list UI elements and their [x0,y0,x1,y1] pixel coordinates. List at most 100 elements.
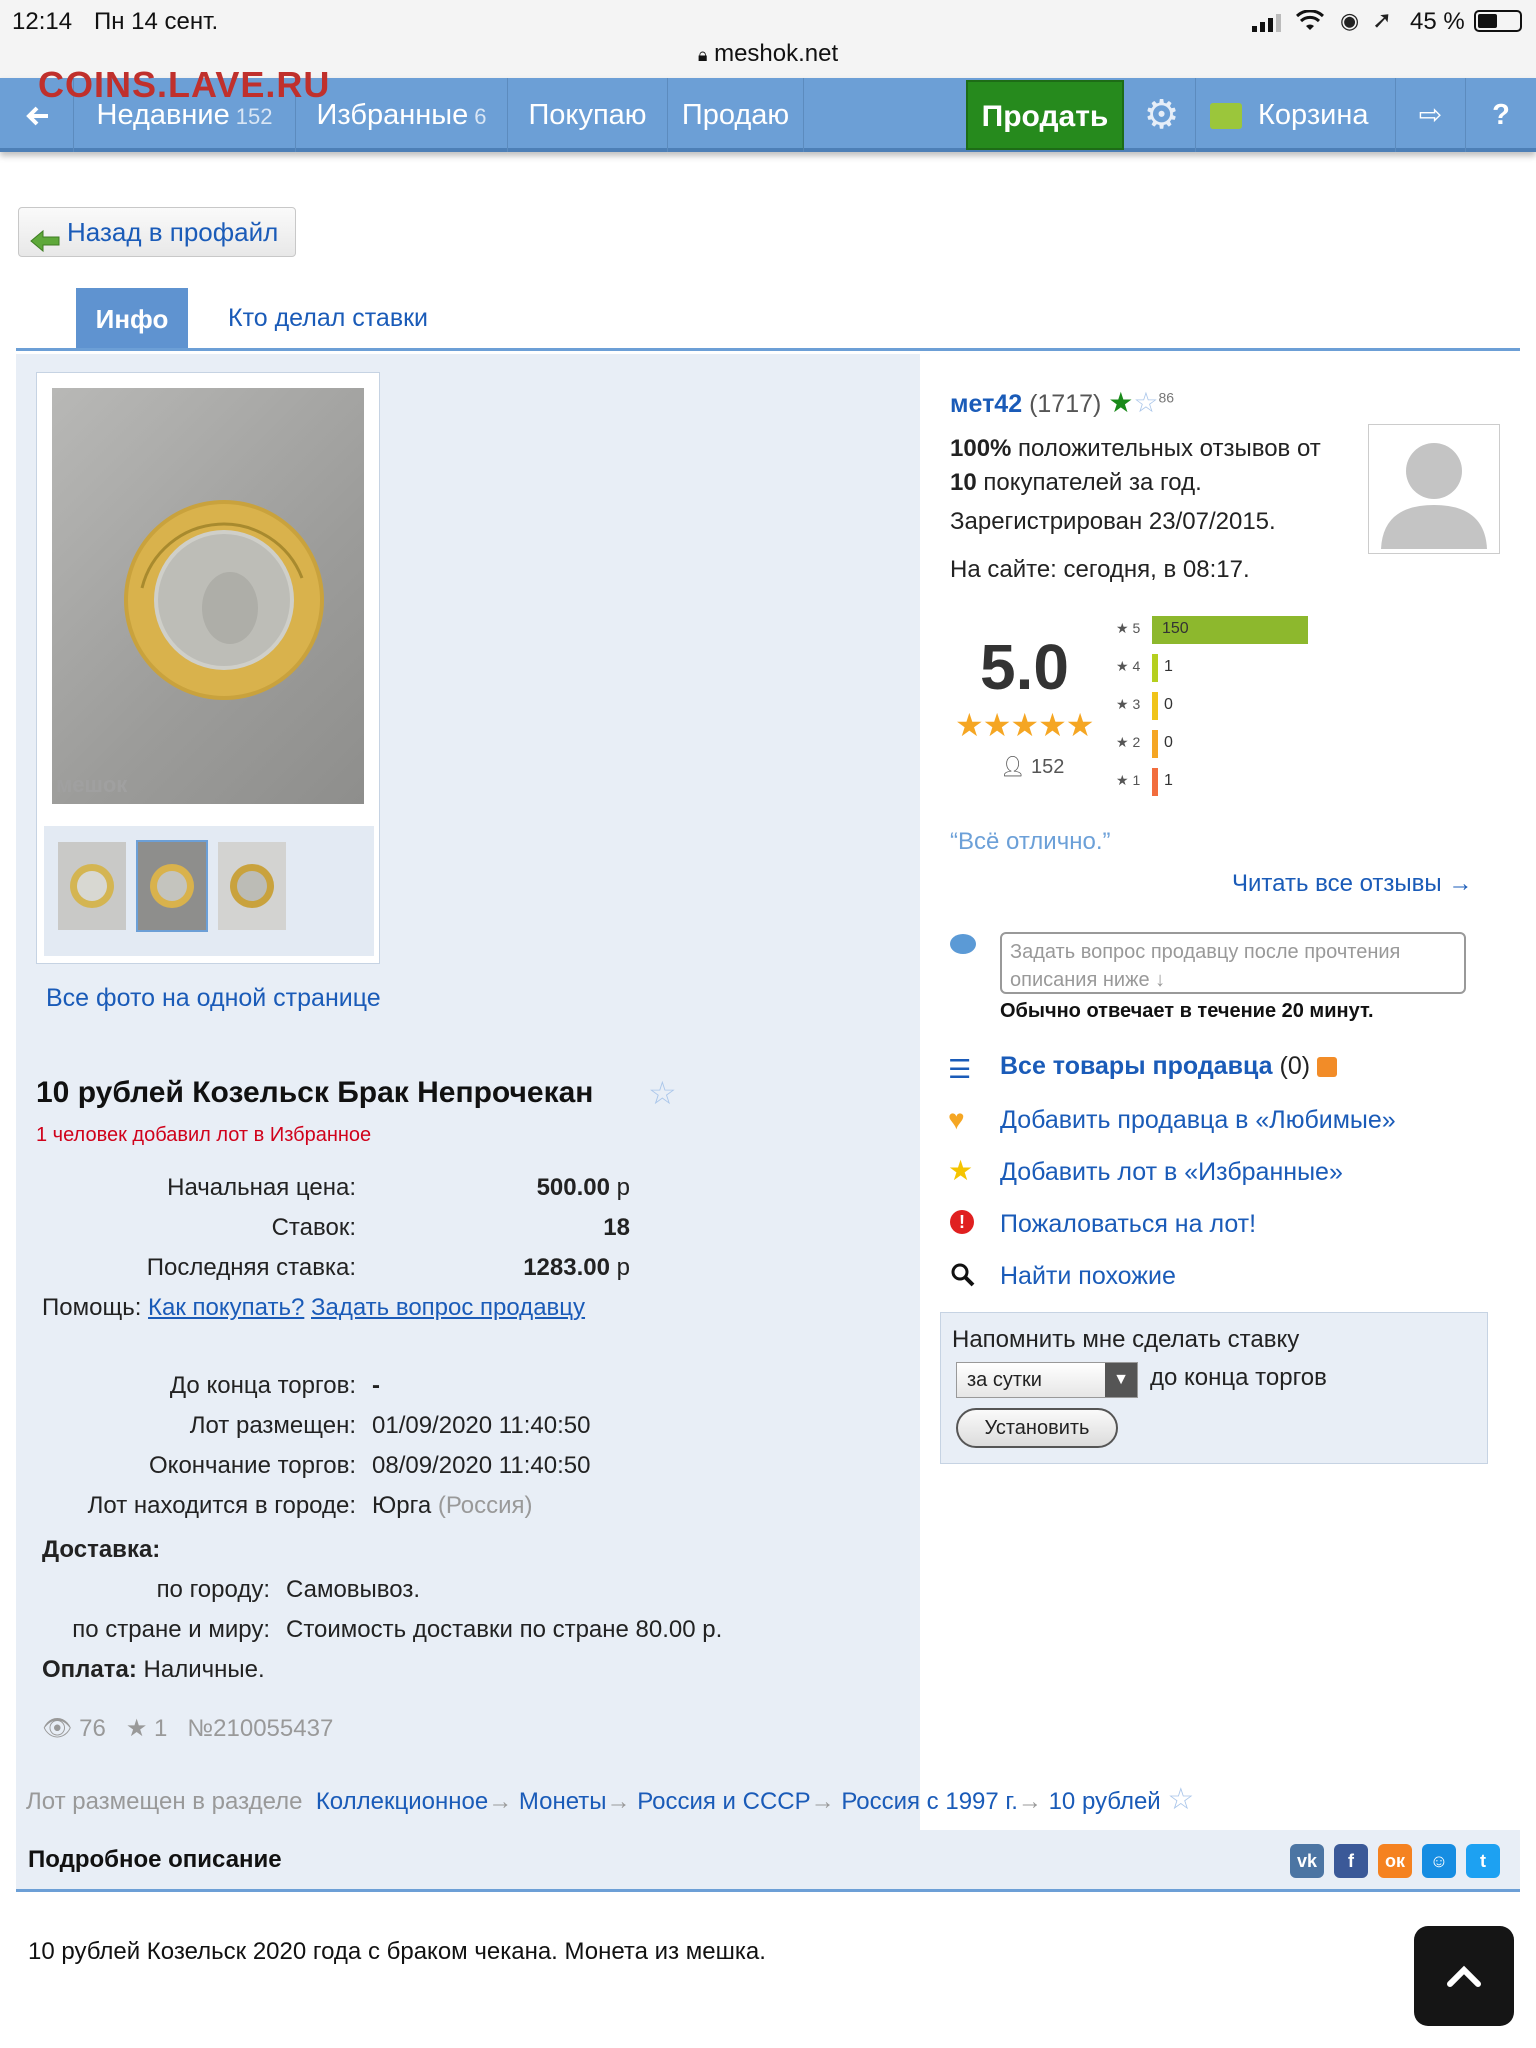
payment-label: Оплата: [42,1656,137,1683]
green-star-icon: ★ [1108,387,1134,418]
breadcrumb-item[interactable]: Коллекционное [316,1788,488,1815]
set-reminder-button[interactable]: Установить [956,1408,1118,1448]
read-all-reviews-link[interactable]: Читать все отзывы → [1232,870,1472,898]
last-bid-value: 1283.00 р [380,1254,630,1282]
star-outline-icon[interactable]: ☆ [648,1074,677,1112]
settings-button[interactable]: ⚙ [1128,78,1196,152]
search-icon [950,1262,976,1293]
how-to-buy-link[interactable]: Как покупать? [148,1294,304,1321]
rating-bar-count: 1 [1164,658,1173,675]
rating-bar-count: 150 [1162,620,1189,637]
thumbnail-1[interactable] [58,842,126,930]
wifi-icon [1295,9,1325,37]
favs-count: 1 [154,1715,168,1742]
facebook-share-icon[interactable]: f [1334,1844,1368,1878]
add-favorite-seller-link[interactable]: Добавить продавца в «Любимые» [1000,1106,1396,1135]
logout-icon: ⇨ [1418,99,1443,130]
chevron-down-icon: ▼ [1105,1363,1137,1397]
site-watermark: COINS.LAVE.RU [38,64,331,105]
breadcrumb-item[interactable]: Россия с 1997 г. [841,1788,1018,1815]
delivery-label: Доставка: [42,1536,161,1563]
vk-share-icon[interactable]: vk [1290,1844,1324,1878]
nav-favorites-label: Избранные [316,99,469,131]
tab-bids[interactable]: Кто делал ставки [228,304,428,333]
lock-rotation-icon: ◉ [1340,8,1360,33]
nav-selling[interactable]: Продаю [668,78,804,152]
thumbnail-strip [44,826,374,956]
rating-bar-count: 0 [1164,734,1173,751]
end-left-value: - [372,1372,380,1399]
rating-bar[interactable] [1152,692,1158,720]
seller-name-link[interactable]: мет42 [950,390,1022,418]
mailru-share-icon[interactable]: ☺ [1422,1844,1456,1878]
thumbnail-3[interactable] [218,842,286,930]
start-price-currency: р [616,1174,630,1201]
scroll-to-top-button[interactable] [1414,1926,1514,2026]
twitter-share-icon[interactable]: t [1466,1844,1500,1878]
help-button[interactable]: ? [1466,78,1536,152]
rating-bar[interactable] [1152,654,1158,682]
rating-bar-count: 1 [1164,772,1173,789]
ok-share-icon[interactable]: ок [1378,1844,1412,1878]
sell-button[interactable]: Продать [966,80,1124,150]
delivery-city-value: Самовывоз. [286,1576,421,1603]
location-icon: ➚ [1372,7,1393,34]
all-items-row: Все товары продавца (0) [1000,1052,1338,1081]
rss-icon[interactable] [1317,1057,1338,1078]
remind-select-value: за сутки [967,1369,1042,1391]
remind-select[interactable]: за сутки ▼ [956,1362,1138,1398]
bids-count: 18 [603,1214,630,1241]
heart-icon: ♥ [948,1104,965,1135]
breadcrumb-item[interactable]: Монеты [519,1788,607,1815]
seller-registered: Зарегистрирован 23/07/2015. [950,508,1276,535]
country-name: (Россия) [437,1492,533,1519]
logout-button[interactable]: ⇨ [1396,78,1466,152]
review-quote: “Всё отлично.” [950,828,1111,855]
tab-info[interactable]: Инфо [76,288,188,350]
rating-bar[interactable] [1152,730,1158,758]
nav-favorites-count: 6 [474,104,487,129]
rating-score: 5.0 [980,631,1069,703]
bids-value: 18 [380,1214,630,1242]
rating-star-label: ★ 2 [1116,734,1141,750]
find-similar-link[interactable]: Найти похожие [1000,1262,1176,1291]
rating-bar[interactable] [1152,768,1158,796]
cart-button[interactable]: Корзина [1196,78,1396,152]
description-header: Подробное описание [28,1846,282,1873]
warning-icon: ! [950,1210,974,1234]
breadcrumb-prefix: Лот размещен в разделе [26,1788,303,1815]
thumbnail-2[interactable] [136,840,208,932]
chevron-up-icon [1447,1965,1481,1987]
breadcrumb-item[interactable]: Россия и СССР [637,1788,810,1815]
last-bid-amount: 1283.00 [523,1254,610,1281]
seller-header: мет42 (1717) ★☆86 [950,386,1174,419]
fav-note: 1 человек добавил лот в Избранное [36,1124,372,1146]
main-photo[interactable]: мешок [52,388,364,804]
all-photos-link[interactable]: Все фото на одной странице [46,984,381,1013]
ask-seller-link[interactable]: Задать вопрос продавцу [311,1294,585,1321]
person-icon: 👤︎ [1000,756,1026,778]
placed-label: Лот размещен: [189,1412,356,1439]
star-filled-icon: ★ [125,1715,148,1742]
back-to-profile-button[interactable]: Назад в профайл [18,207,296,257]
avatar[interactable] [1368,424,1500,554]
list-icon: ☰ [948,1054,972,1084]
lot-stats: 👁︎ 76 ★ 1 №210055437 [42,1714,333,1743]
views-count: 76 [79,1715,106,1742]
breadcrumb-item[interactable]: 10 рублей [1049,1788,1161,1815]
all-items-link[interactable]: Все товары продавца [1000,1052,1273,1080]
battery-icon [1474,10,1522,32]
buyers-text: покупателей за год. [976,469,1202,496]
nav-buying[interactable]: Покупаю [508,78,668,152]
photo-watermark: мешок [56,772,128,797]
star-outline-icon[interactable]: ☆ [1167,1783,1194,1816]
chat-bubble-icon [950,934,976,954]
remind-title: Напомнить мне сделать ставку [952,1326,1300,1353]
payment-row: Оплата: Наличные. [42,1656,265,1684]
placed-value: 01/09/2020 11:40:50 [372,1412,591,1439]
complain-link[interactable]: Пожаловаться на лот! [1000,1210,1256,1239]
green-arrow-left-icon [29,220,60,253]
add-lot-favorite-link[interactable]: Добавить лот в «Избранные» [1000,1158,1343,1187]
delivery-world-label: по стране и миру: [72,1616,270,1643]
ask-seller-input[interactable]: Задать вопрос продавцу после прочтения о… [1000,932,1466,994]
